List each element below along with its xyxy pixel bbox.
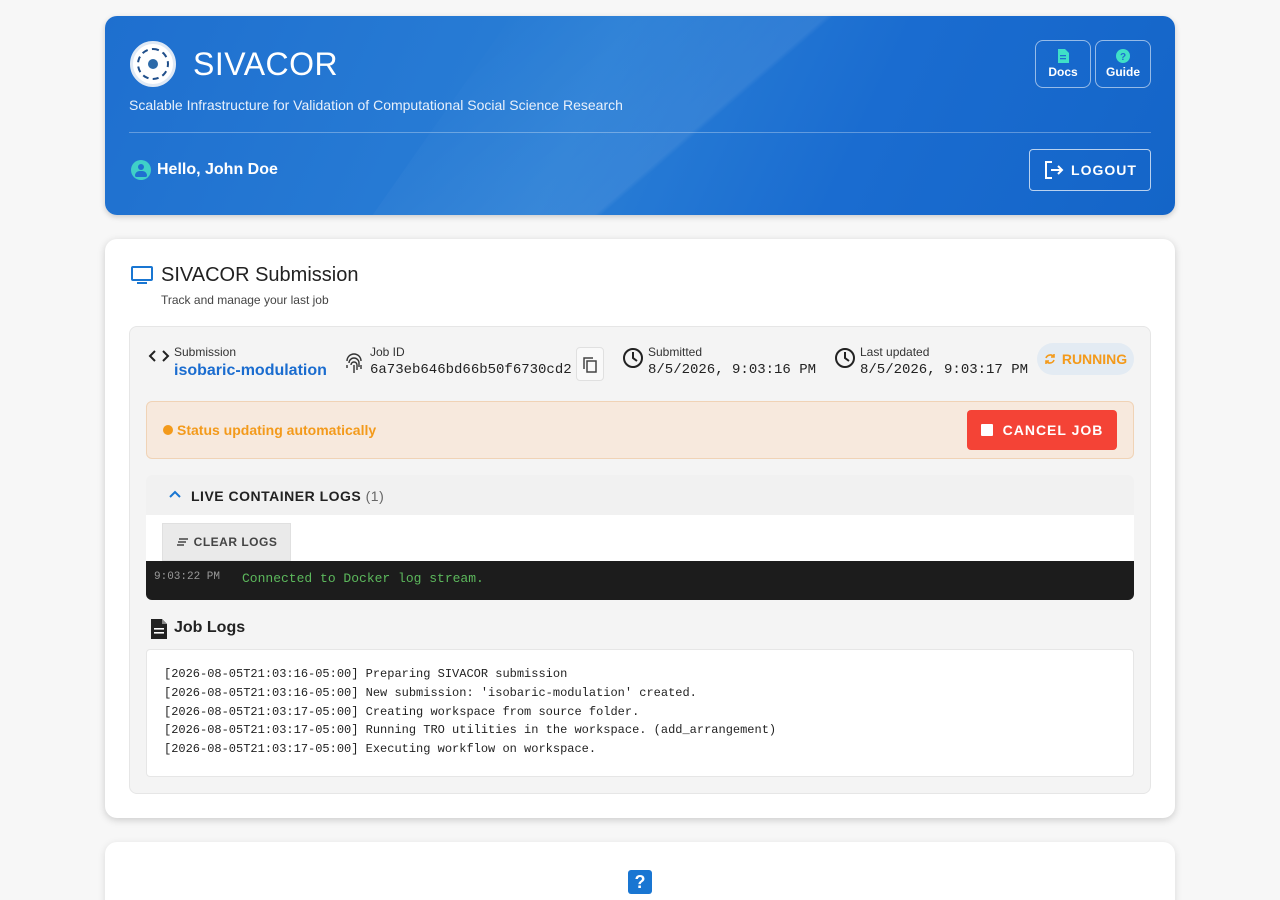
job-log-line: [2026-08-05T21:03:16-05:00] Preparing SI… bbox=[164, 667, 568, 681]
job-id-meta: Job ID 6a73eb646bd66b50f6730cd2 bbox=[370, 345, 572, 378]
submission-label: Submission bbox=[174, 345, 237, 359]
app-header: SIVACOR Scalable Infrastructure for Vali… bbox=[105, 16, 1175, 215]
job-id-label: Job ID bbox=[370, 345, 405, 359]
live-logs-title: LIVE CONTAINER LOGS (1) bbox=[191, 488, 384, 504]
job-logs-title: Job Logs bbox=[174, 619, 246, 636]
help-icon[interactable]: ? bbox=[628, 870, 652, 894]
job-details-panel: Submission isobaric-modulation Job ID 6a… bbox=[129, 326, 1151, 794]
docs-icon bbox=[1058, 49, 1069, 63]
live-logs-toggle[interactable]: LIVE CONTAINER LOGS (1) bbox=[146, 475, 1134, 515]
svg-text:?: ? bbox=[1120, 52, 1126, 63]
guide-button[interactable]: ? Guide bbox=[1095, 40, 1151, 88]
copy-icon bbox=[583, 357, 597, 373]
chevron-up-icon bbox=[169, 490, 181, 498]
greeting-text: Hello, John Doe bbox=[157, 161, 278, 178]
clock-icon bbox=[623, 348, 643, 368]
submitted-label: Submitted bbox=[648, 345, 703, 359]
card-title: SIVACOR Submission bbox=[161, 264, 359, 286]
live-logs-panel: LIVE CONTAINER LOGS (1) CLEAR LOGS 9:03:… bbox=[146, 475, 1134, 601]
clear-logs-button[interactable]: CLEAR LOGS bbox=[162, 523, 291, 561]
submission-card: SIVACOR Submission Track and manage your… bbox=[105, 239, 1175, 818]
user-greeting: Hello, John Doe bbox=[131, 160, 278, 180]
log-entry-message: Connected to Docker log stream. bbox=[242, 571, 484, 586]
job-log-line: [2026-08-05T21:03:17-05:00] Creating wor… bbox=[164, 704, 640, 719]
logout-label: LOGOUT bbox=[1071, 162, 1137, 178]
logo-icon bbox=[130, 41, 176, 87]
job-log-line: [2026-08-05T21:03:16-05:00] New submissi… bbox=[164, 685, 697, 700]
docs-button[interactable]: Docs bbox=[1035, 40, 1091, 88]
copy-job-id-button[interactable] bbox=[576, 347, 604, 381]
cancel-job-button[interactable]: CANCEL JOB bbox=[967, 410, 1117, 450]
status-alert: Status updating automatically CANCEL JOB bbox=[146, 401, 1134, 459]
code-icon bbox=[148, 350, 170, 362]
job-logs-output: [2026-08-05T21:03:16-05:00] Preparing SI… bbox=[146, 649, 1134, 777]
status-badge-label: RUNNING bbox=[1061, 351, 1128, 367]
status-badge: RUNNING bbox=[1037, 343, 1134, 375]
clock-icon bbox=[835, 348, 855, 368]
submission-meta: Submission isobaric-modulation bbox=[174, 345, 327, 380]
app-subtitle: Scalable Infrastructure for Validation o… bbox=[129, 97, 623, 113]
updated-value: 8/5/2026, 9:03:17 PM bbox=[860, 362, 1029, 378]
header-decoration bbox=[329, 16, 1141, 215]
submission-name-link[interactable]: isobaric-modulation bbox=[174, 362, 327, 380]
logout-button[interactable]: LOGOUT bbox=[1029, 149, 1151, 191]
clear-logs-label: CLEAR LOGS bbox=[193, 535, 278, 549]
document-icon bbox=[151, 619, 167, 639]
cancel-job-label: CANCEL JOB bbox=[1002, 422, 1104, 438]
job-id-value: 6a73eb646bd66b50f6730cd2 bbox=[370, 362, 572, 378]
submitted-value: 8/5/2026, 9:03:16 PM bbox=[648, 362, 817, 378]
user-icon bbox=[131, 160, 151, 180]
monitor-icon bbox=[131, 266, 153, 284]
sync-icon bbox=[1045, 354, 1055, 364]
clear-icon bbox=[176, 538, 188, 546]
submitted-meta: Submitted 8/5/2026, 9:03:16 PM bbox=[648, 345, 816, 378]
app-title: SIVACOR bbox=[193, 46, 339, 82]
help-card: ? bbox=[105, 842, 1175, 900]
guide-icon: ? bbox=[1116, 49, 1130, 63]
logout-icon bbox=[1045, 161, 1064, 179]
stop-icon bbox=[980, 424, 993, 436]
live-logs-title-text: LIVE CONTAINER LOGS bbox=[191, 488, 362, 504]
guide-label: Guide bbox=[1105, 65, 1140, 79]
status-message: Status updating automatically bbox=[177, 422, 377, 438]
job-log-line: [2026-08-05T21:03:17-05:00] Running TRO … bbox=[164, 723, 777, 738]
log-terminal: 9:03:22 PM Connected to Docker log strea… bbox=[146, 561, 1134, 600]
log-entry-time: 9:03:22 PM bbox=[154, 571, 221, 583]
fingerprint-icon bbox=[346, 353, 362, 373]
docs-label: Docs bbox=[1048, 65, 1078, 79]
status-dot-icon bbox=[163, 425, 173, 435]
job-log-line: [2026-08-05T21:03:17-05:00] Executing wo… bbox=[164, 742, 597, 757]
live-logs-count: (1) bbox=[365, 488, 385, 504]
live-logs-toolbar: CLEAR LOGS bbox=[146, 515, 1134, 561]
updated-meta: Last updated 8/5/2026, 9:03:17 PM bbox=[860, 345, 1028, 378]
updated-label: Last updated bbox=[860, 345, 930, 359]
header-divider bbox=[129, 132, 1151, 133]
card-subtitle: Track and manage your last job bbox=[161, 293, 329, 307]
